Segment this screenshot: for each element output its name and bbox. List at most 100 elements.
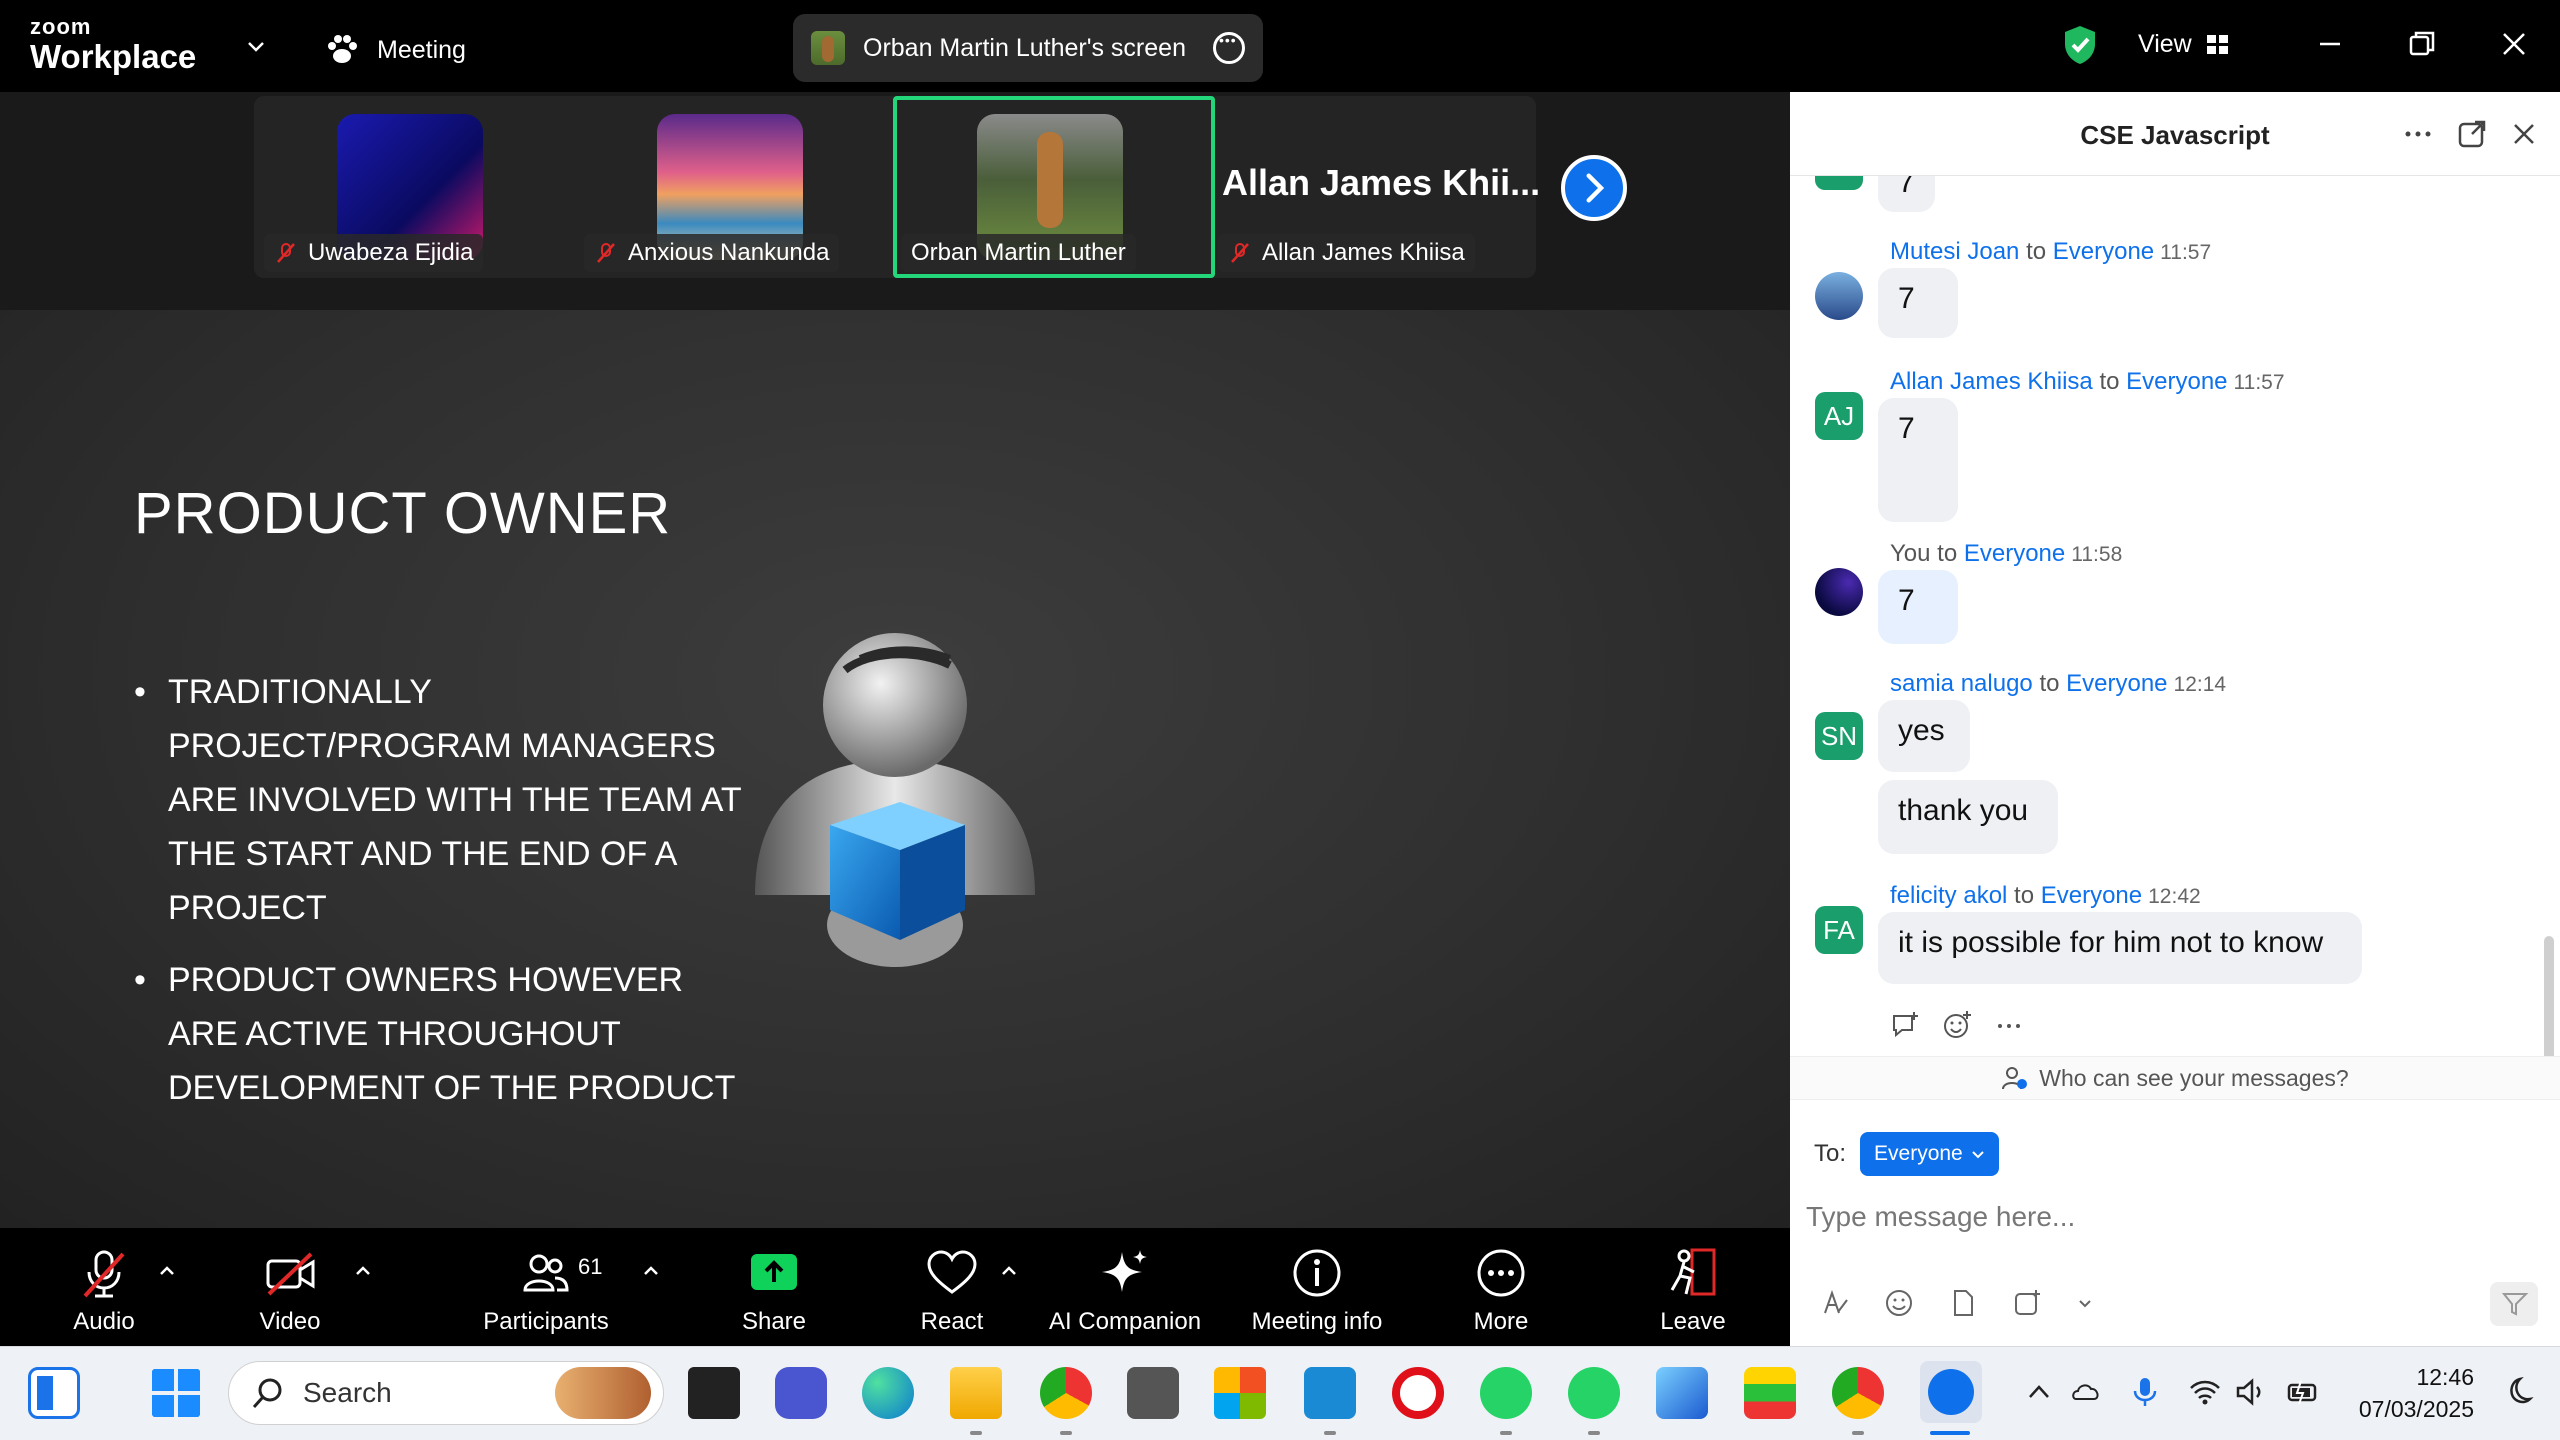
microphone-icon[interactable] [2128, 1375, 2162, 1409]
taskbar-search[interactable]: Search [228, 1361, 664, 1425]
message-time: 11:57 [2160, 241, 2212, 264]
title-bar: zoom Workplace Meeting Orban Martin Luth… [0, 0, 2560, 92]
zoom-window: zoom Workplace Meeting Orban Martin Luth… [0, 0, 2560, 1440]
windows-start-icon[interactable] [150, 1367, 202, 1419]
participant-tile-active-speaker[interactable]: Orban Martin Luther [893, 96, 1215, 278]
opera-icon[interactable] [1392, 1367, 1444, 1419]
chrome-icon[interactable] [1040, 1367, 1092, 1419]
recipient-name[interactable]: Everyone [2126, 368, 2227, 395]
more-options-icon[interactable] [2402, 118, 2434, 150]
chevron-up-icon[interactable] [352, 1260, 374, 1282]
participant-tile[interactable]: Anxious Nankunda [574, 96, 896, 278]
participants-button[interactable]: Participants [456, 1246, 636, 1336]
sender-name[interactable]: samia nalugo [1890, 670, 2033, 697]
encryption-shield-icon[interactable] [2062, 24, 2098, 66]
next-page-arrow-icon[interactable] [1561, 155, 1627, 221]
system-clock[interactable]: 12:46 07/03/2025 [2350, 1361, 2474, 1425]
chrome-profile-icon[interactable] [1832, 1367, 1884, 1419]
avatar: AJ [1815, 392, 1863, 440]
compose-toolbar [1820, 1288, 2094, 1318]
file-explorer-icon[interactable] [950, 1367, 1002, 1419]
do-not-disturb-icon[interactable] [2500, 1375, 2534, 1409]
task-view-icon[interactable] [688, 1367, 740, 1419]
widgets-icon[interactable] [28, 1367, 80, 1419]
to-label: To: [1814, 1140, 1847, 1167]
chevron-up-icon[interactable] [2022, 1375, 2056, 1409]
brand-small: zoom [30, 14, 92, 39]
emoji-icon[interactable] [1884, 1288, 1914, 1318]
participant-name: Anxious Nankunda [628, 239, 830, 266]
share-screen-icon [751, 1254, 797, 1290]
chat-message-list[interactable]: 7 Mutesi Joan to Everyone 11:57 7 Allan J… [1790, 176, 2560, 1056]
restore-icon[interactable] [2402, 24, 2442, 64]
participant-tile[interactable]: Uwabeza Ejidia [254, 96, 576, 278]
layers-app-icon[interactable] [1744, 1367, 1796, 1419]
camera-icon[interactable] [1127, 1367, 1179, 1419]
file-attach-icon[interactable] [1948, 1288, 1978, 1318]
recipient-name[interactable]: Everyone [1964, 540, 2065, 567]
more-options-icon[interactable] [1994, 1010, 2024, 1040]
battery-icon[interactable] [2286, 1375, 2320, 1409]
chevron-down-icon[interactable] [2076, 1294, 2094, 1312]
ai-companion-button[interactable]: AI Companion [1035, 1246, 1215, 1336]
volume-icon[interactable] [2234, 1375, 2268, 1409]
message-input[interactable] [1806, 1192, 2536, 1242]
avatar: SN [1815, 712, 1863, 760]
recipient-name[interactable]: Everyone [2041, 882, 2142, 909]
meeting-label: Meeting [377, 35, 466, 64]
chevron-up-icon[interactable] [640, 1260, 662, 1282]
vscode-icon[interactable] [1304, 1367, 1356, 1419]
sender-name[interactable]: felicity akol [1890, 882, 2007, 909]
close-icon[interactable] [2494, 24, 2534, 64]
sender-name[interactable]: Allan James Khiisa [1890, 368, 2093, 395]
participants-label: Participants [483, 1308, 609, 1335]
microsoft-store-icon[interactable] [1214, 1367, 1266, 1419]
message-bubble: 7 [1878, 570, 1958, 644]
format-text-icon[interactable] [1820, 1288, 1850, 1318]
participant-tile[interactable]: Allan James Khii... Allan James Khiisa [1214, 96, 1540, 278]
recipient-name[interactable]: Everyone [2066, 670, 2167, 697]
close-icon[interactable] [2508, 118, 2540, 150]
recipient-dropdown[interactable]: Everyone [1860, 1132, 1999, 1176]
chevron-up-icon[interactable] [156, 1260, 178, 1282]
recipient-name[interactable]: Everyone [2053, 238, 2154, 265]
privacy-notice[interactable]: Who can see your messages? [1790, 1056, 2560, 1100]
send-button[interactable] [2490, 1282, 2538, 1326]
view-button[interactable]: View [2138, 30, 2230, 59]
minimize-icon[interactable] [2310, 24, 2350, 64]
sparkle-icon [1102, 1250, 1147, 1292]
to-word: to [2039, 670, 2060, 697]
reply-icon[interactable] [1890, 1010, 1920, 1040]
more-options-icon[interactable] [1213, 32, 1245, 64]
zoom-logo: zoom Workplace [30, 14, 196, 74]
teams-icon[interactable] [775, 1367, 827, 1419]
scrollbar[interactable] [2544, 936, 2554, 1056]
chevron-up-icon[interactable] [998, 1260, 1020, 1282]
photos-icon[interactable] [1656, 1367, 1708, 1419]
more-button[interactable]: More [1411, 1246, 1591, 1336]
add-emoji-icon[interactable] [1942, 1010, 1972, 1040]
participant-display-name: Allan James Khii... [1222, 162, 1541, 203]
privacy-text: Who can see your messages? [2039, 1064, 2349, 1091]
share-button[interactable]: Share [684, 1246, 864, 1336]
participant-video-strip: Uwabeza Ejidia Anxious Nankunda Orban Ma… [254, 96, 1540, 278]
wifi-icon[interactable] [2188, 1375, 2222, 1409]
whatsapp-icon[interactable] [1568, 1367, 1620, 1419]
leave-button[interactable]: Leave [1603, 1246, 1783, 1336]
participant-name: Uwabeza Ejidia [308, 239, 474, 266]
screenshot-icon[interactable] [2012, 1288, 2042, 1318]
pop-out-icon[interactable] [2456, 118, 2488, 150]
whatsapp-icon[interactable] [1480, 1367, 1532, 1419]
meeting-info-button[interactable]: Meeting info [1227, 1246, 1407, 1336]
edge-browser-icon[interactable] [862, 1367, 914, 1419]
sender-name[interactable]: Mutesi Joan [1890, 238, 2019, 265]
recipient-row: To: Everyone [1814, 1132, 1999, 1176]
mic-muted-icon [597, 243, 615, 263]
running-indicator [1060, 1431, 1072, 1435]
meeting-menu-button[interactable]: Meeting [325, 30, 466, 70]
zoom-taskbar-icon[interactable] [1920, 1361, 1982, 1423]
screen-share-indicator[interactable]: Orban Martin Luther's screen [793, 14, 1263, 82]
onedrive-icon[interactable] [2070, 1375, 2104, 1409]
chevron-down-icon[interactable] [244, 34, 268, 58]
mic-muted-icon [1231, 243, 1249, 263]
